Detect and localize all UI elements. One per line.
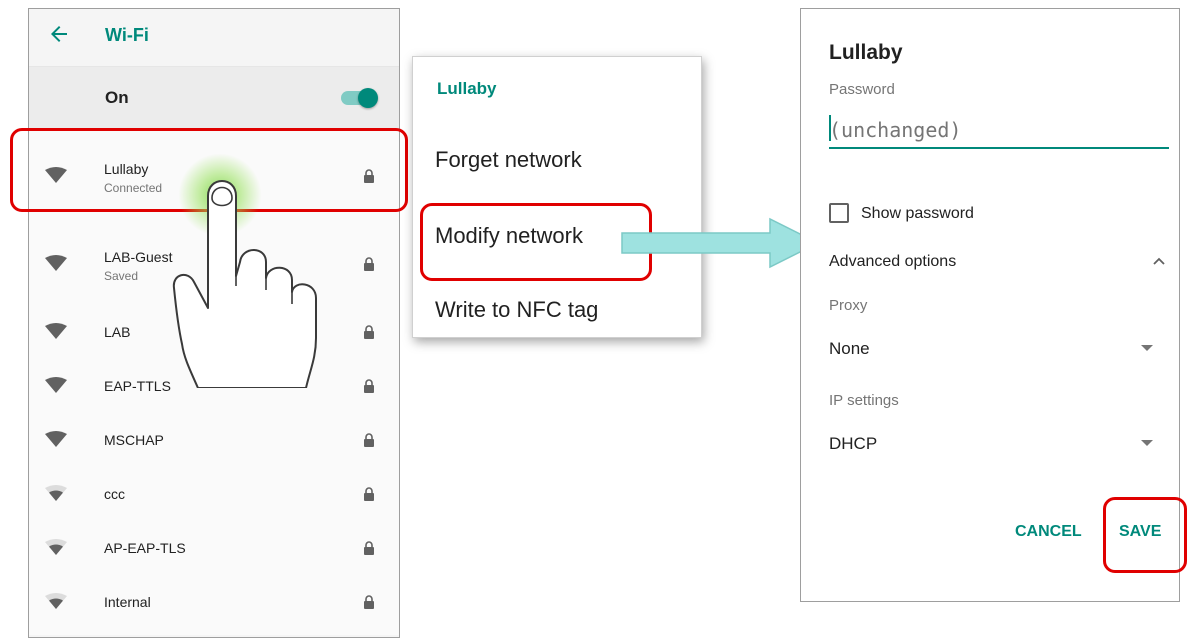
password-field[interactable] [829, 113, 1169, 149]
chevron-up-icon[interactable] [1151, 253, 1167, 269]
network-row[interactable]: MSCHAP [29, 419, 399, 473]
lock-icon [364, 169, 374, 183]
cancel-button[interactable]: CANCEL [1015, 523, 1082, 541]
text-cursor [829, 115, 831, 141]
toggle-knob [358, 88, 378, 108]
password-label: Password [829, 81, 895, 98]
lock-icon [364, 433, 374, 447]
wifi-signal-medium-icon [45, 539, 67, 555]
menu-title: Lullaby [437, 79, 497, 98]
save-button[interactable]: SAVE [1119, 523, 1161, 541]
network-row[interactable]: Internal [29, 581, 399, 635]
network-name: AP-EAP-TLS [104, 540, 186, 556]
wifi-signal-full-icon [45, 323, 67, 339]
menu-item-modify-network[interactable]: Modify network [435, 223, 583, 249]
back-arrow-icon[interactable] [47, 22, 71, 46]
lock-icon [364, 595, 374, 609]
dialog-title: Lullaby [829, 41, 903, 64]
modify-network-dialog: Lullaby Password Show password Advanced … [800, 8, 1180, 602]
network-name: MSCHAP [104, 432, 164, 448]
pointing-hand-icon [172, 180, 317, 388]
network-name: Lullaby [104, 161, 149, 177]
menu-item-write-nfc-tag[interactable]: Write to NFC tag [435, 297, 598, 323]
lock-icon [364, 379, 374, 393]
network-name: EAP-TTLS [104, 378, 171, 394]
network-name: LAB-Guest [104, 249, 173, 265]
lock-icon [364, 541, 374, 555]
dropdown-caret-icon[interactable] [1141, 440, 1153, 446]
page-title: Wi-Fi [105, 25, 149, 45]
network-name: ccc [104, 486, 125, 502]
show-password-label[interactable]: Show password [861, 205, 974, 223]
wifi-toggle-row[interactable]: On [29, 67, 399, 130]
wifi-signal-full-icon [45, 431, 67, 447]
app-bar: Wi-Fi [29, 9, 399, 67]
dropdown-caret-icon[interactable] [1141, 345, 1153, 351]
proxy-label: Proxy [829, 297, 868, 314]
network-status: Connected [104, 181, 163, 195]
flow-arrow-icon [621, 217, 820, 269]
show-password-checkbox[interactable] [829, 203, 849, 223]
ip-settings-dropdown[interactable]: DHCP [829, 434, 877, 454]
lock-icon [364, 325, 374, 339]
network-row[interactable]: AP-EAP-TLS [29, 527, 399, 581]
wifi-signal-full-icon [45, 167, 67, 183]
wifi-signal-medium-icon [45, 593, 67, 609]
lock-icon [364, 487, 374, 501]
network-context-menu: Lullaby Forget network Modify network Wr… [412, 56, 702, 338]
network-name: LAB [104, 324, 131, 340]
wifi-signal-full-icon [45, 255, 67, 271]
network-row[interactable]: ccc [29, 473, 399, 527]
wifi-signal-medium-icon [45, 485, 67, 501]
wifi-toggle-switch[interactable] [341, 88, 378, 108]
advanced-options-toggle[interactable]: Advanced options [829, 253, 956, 271]
proxy-dropdown[interactable]: None [829, 339, 870, 359]
lock-icon [364, 257, 374, 271]
network-status: Saved [104, 269, 139, 283]
menu-item-forget-network[interactable]: Forget network [435, 147, 582, 173]
wifi-signal-full-icon [45, 377, 67, 393]
ip-settings-label: IP settings [829, 392, 899, 409]
wifi-toggle-label: On [105, 88, 129, 107]
network-name: Internal [104, 594, 151, 610]
